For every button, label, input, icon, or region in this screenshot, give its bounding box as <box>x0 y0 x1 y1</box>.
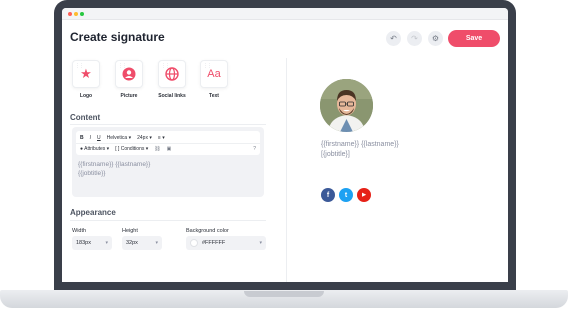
align-left-icon: ≡ <box>157 135 161 141</box>
help-icon[interactable]: ? <box>253 146 256 152</box>
panel-divider <box>286 58 287 282</box>
height-label: Height <box>122 228 138 234</box>
attributes-label: Attributes <box>84 146 106 152</box>
chevron-down-icon: ▾ <box>105 240 108 246</box>
chevron-down-icon: ▾ <box>106 146 110 152</box>
editor-line: {{firstname}} {{lastname}} <box>78 161 151 168</box>
font-family-value: Helvetica <box>106 135 128 141</box>
save-button[interactable]: Save <box>448 30 500 47</box>
chevron-down-icon: ▾ <box>259 240 262 246</box>
block-logo[interactable]: ⋮⋮ ★ <box>72 60 100 88</box>
chevron-down-icon: ▾ <box>162 135 165 141</box>
twitter-icon[interactable]: t <box>339 188 353 202</box>
rich-text-editor[interactable]: B I U Helvetica ▾ 24px ▾ ≡ ▾ ● Attribute… <box>72 127 264 197</box>
chevron-down-icon: ▾ <box>155 240 158 246</box>
youtube-icon[interactable]: ▶ <box>357 188 371 202</box>
laptop-notch <box>244 291 324 297</box>
drag-handle-icon[interactable]: ⋮⋮ <box>118 63 127 69</box>
block-label: Text <box>209 93 219 99</box>
width-label: Width <box>72 228 87 234</box>
section-divider <box>70 124 266 125</box>
italic-button[interactable]: I <box>90 135 91 141</box>
preview-name: {{firstname}} {{lastname}} <box>321 141 399 148</box>
profile-photo <box>320 79 373 132</box>
gear-icon: ⚙ <box>431 34 440 43</box>
font-size-select[interactable]: 24px ▾ <box>137 135 152 141</box>
background-color-label: Background color <box>186 228 229 234</box>
conditions-label: [ ] Conditions <box>115 146 145 152</box>
youtube-glyph: ▶ <box>362 192 366 198</box>
width-value: 183px <box>76 240 91 246</box>
undo-button[interactable]: ↶ <box>386 31 401 46</box>
block-social-links[interactable]: ⋮⋮ <box>158 60 186 88</box>
undo-icon: ↶ <box>390 34 397 43</box>
height-value: 32px <box>126 240 138 246</box>
block-text[interactable]: ⋮⋮ Aa <box>200 60 228 88</box>
toolbar-row-formatting: B I U Helvetica ▾ 24px ▾ ≡ ▾ <box>80 133 165 143</box>
chevron-down-icon: ▾ <box>145 146 149 152</box>
font-family-select[interactable]: Helvetica ▾ <box>107 135 131 141</box>
section-divider <box>70 220 266 221</box>
redo-button[interactable]: ↷ <box>407 31 422 46</box>
block-picture[interactable]: ⋮⋮ <box>115 60 143 88</box>
user-icon <box>122 67 136 81</box>
avatar <box>320 79 373 132</box>
drag-handle-icon[interactable]: ⋮⋮ <box>161 63 170 69</box>
settings-button[interactable]: ⚙ <box>428 31 443 46</box>
drag-handle-icon[interactable]: ⋮⋮ <box>75 63 84 69</box>
color-swatch <box>190 239 198 247</box>
drag-handle-icon[interactable]: ⋮⋮ <box>203 63 212 69</box>
block-label: Logo <box>79 93 93 99</box>
underline-button[interactable]: U <box>97 135 101 141</box>
block-label: Picture <box>120 93 138 99</box>
app-window: Create signature ↶ ↷ ⚙ Save ⋮⋮ ★ Logo ⋮⋮… <box>62 8 508 282</box>
font-size-value: 24px <box>137 135 148 141</box>
toolbar-row-insert: ● Attributes ▾ [ ] Conditions ▾ ⛓ ▣ ? <box>80 144 256 154</box>
chevron-down-icon: ▾ <box>128 135 132 141</box>
editor-line: {{jobtitle}} <box>78 170 106 177</box>
window-minimize-dot[interactable] <box>74 12 78 16</box>
appearance-section-title: Appearance <box>70 208 116 217</box>
page-title: Create signature <box>70 30 165 44</box>
block-label: Social links <box>158 93 186 99</box>
link-icon[interactable]: ⛓ <box>154 146 160 152</box>
editor-toolbar: B I U Helvetica ▾ 24px ▾ ≡ ▾ ● Attribute… <box>76 131 260 155</box>
attributes-button[interactable]: ● Attributes ▾ <box>80 146 109 152</box>
height-select[interactable]: 32px ▾ <box>122 236 162 250</box>
width-select[interactable]: 183px ▾ <box>72 236 112 250</box>
twitter-glyph: t <box>344 191 348 199</box>
facebook-glyph: f <box>326 191 330 199</box>
chevron-down-icon: ▾ <box>149 135 152 141</box>
redo-icon: ↷ <box>411 34 418 43</box>
image-icon[interactable]: ▣ <box>167 146 172 152</box>
align-select[interactable]: ≡ ▾ <box>158 135 165 141</box>
text-icon: Aa <box>207 68 221 80</box>
window-close-dot[interactable] <box>68 12 72 16</box>
person-icon: ● <box>80 146 84 152</box>
globe-icon <box>165 67 179 81</box>
window-maximize-dot[interactable] <box>80 12 84 16</box>
background-color-select[interactable]: #FFFFFF ▾ <box>186 236 266 250</box>
content-section-title: Content <box>70 113 101 122</box>
preview-jobtitle: [{jobtitle}] <box>321 151 350 158</box>
facebook-icon[interactable]: f <box>321 188 335 202</box>
background-color-value: #FFFFFF <box>202 240 226 246</box>
window-titlebar <box>62 8 508 20</box>
conditions-button[interactable]: [ ] Conditions ▾ <box>115 146 148 152</box>
bold-button[interactable]: B <box>80 135 84 141</box>
